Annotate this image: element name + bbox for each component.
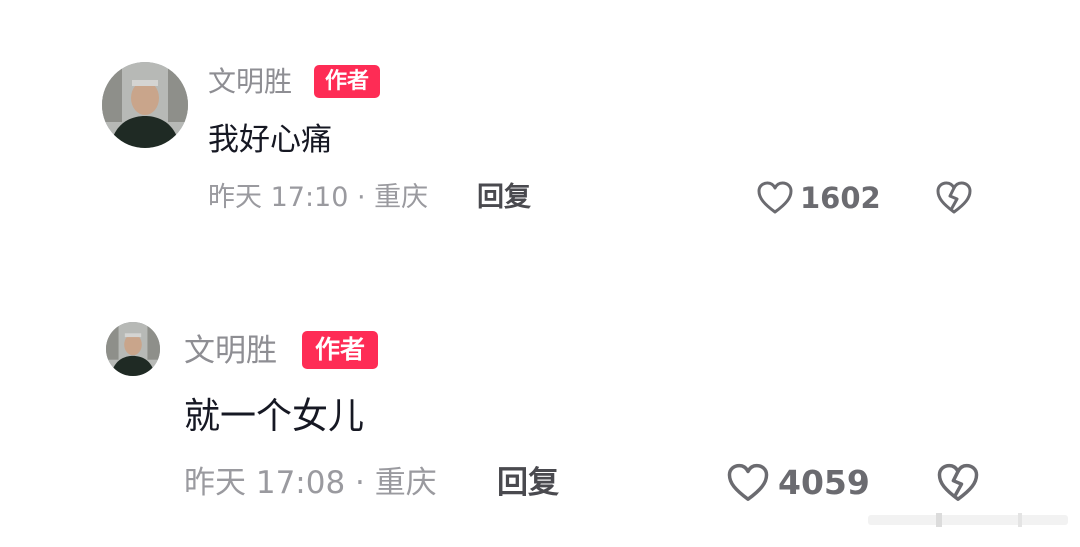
- like-button[interactable]: 4059: [726, 460, 870, 506]
- comment-text: 就一个女儿: [184, 396, 365, 437]
- watermark-graphic: [868, 513, 1068, 527]
- avatar[interactable]: [106, 322, 160, 376]
- like-button[interactable]: 1602: [756, 178, 881, 218]
- like-count: 4059: [778, 463, 870, 502]
- dislike-button[interactable]: [935, 180, 973, 216]
- comment-text: 我好心痛: [208, 122, 332, 158]
- heart-outline-icon: [727, 463, 769, 501]
- reply-button[interactable]: 回复: [477, 180, 531, 216]
- comment-time-location: 昨天 17:08 · 重庆: [184, 465, 437, 501]
- heart-outline-icon: [757, 181, 793, 214]
- author-name[interactable]: 文明胜: [208, 64, 292, 100]
- author-badge: 作者: [314, 65, 380, 98]
- author-badge: 作者: [302, 331, 378, 369]
- like-count: 1602: [800, 181, 881, 215]
- reply-button[interactable]: 回复: [497, 463, 559, 503]
- dislike-button[interactable]: [936, 462, 980, 504]
- broken-heart-icon: [936, 181, 972, 214]
- avatar-photo: [106, 322, 160, 376]
- comment-time-location: 昨天 17:10 · 重庆: [208, 182, 429, 213]
- avatar[interactable]: [102, 62, 188, 148]
- avatar-photo: [102, 62, 188, 148]
- author-name[interactable]: 文明胜: [184, 331, 277, 371]
- broken-heart-icon: [937, 463, 979, 501]
